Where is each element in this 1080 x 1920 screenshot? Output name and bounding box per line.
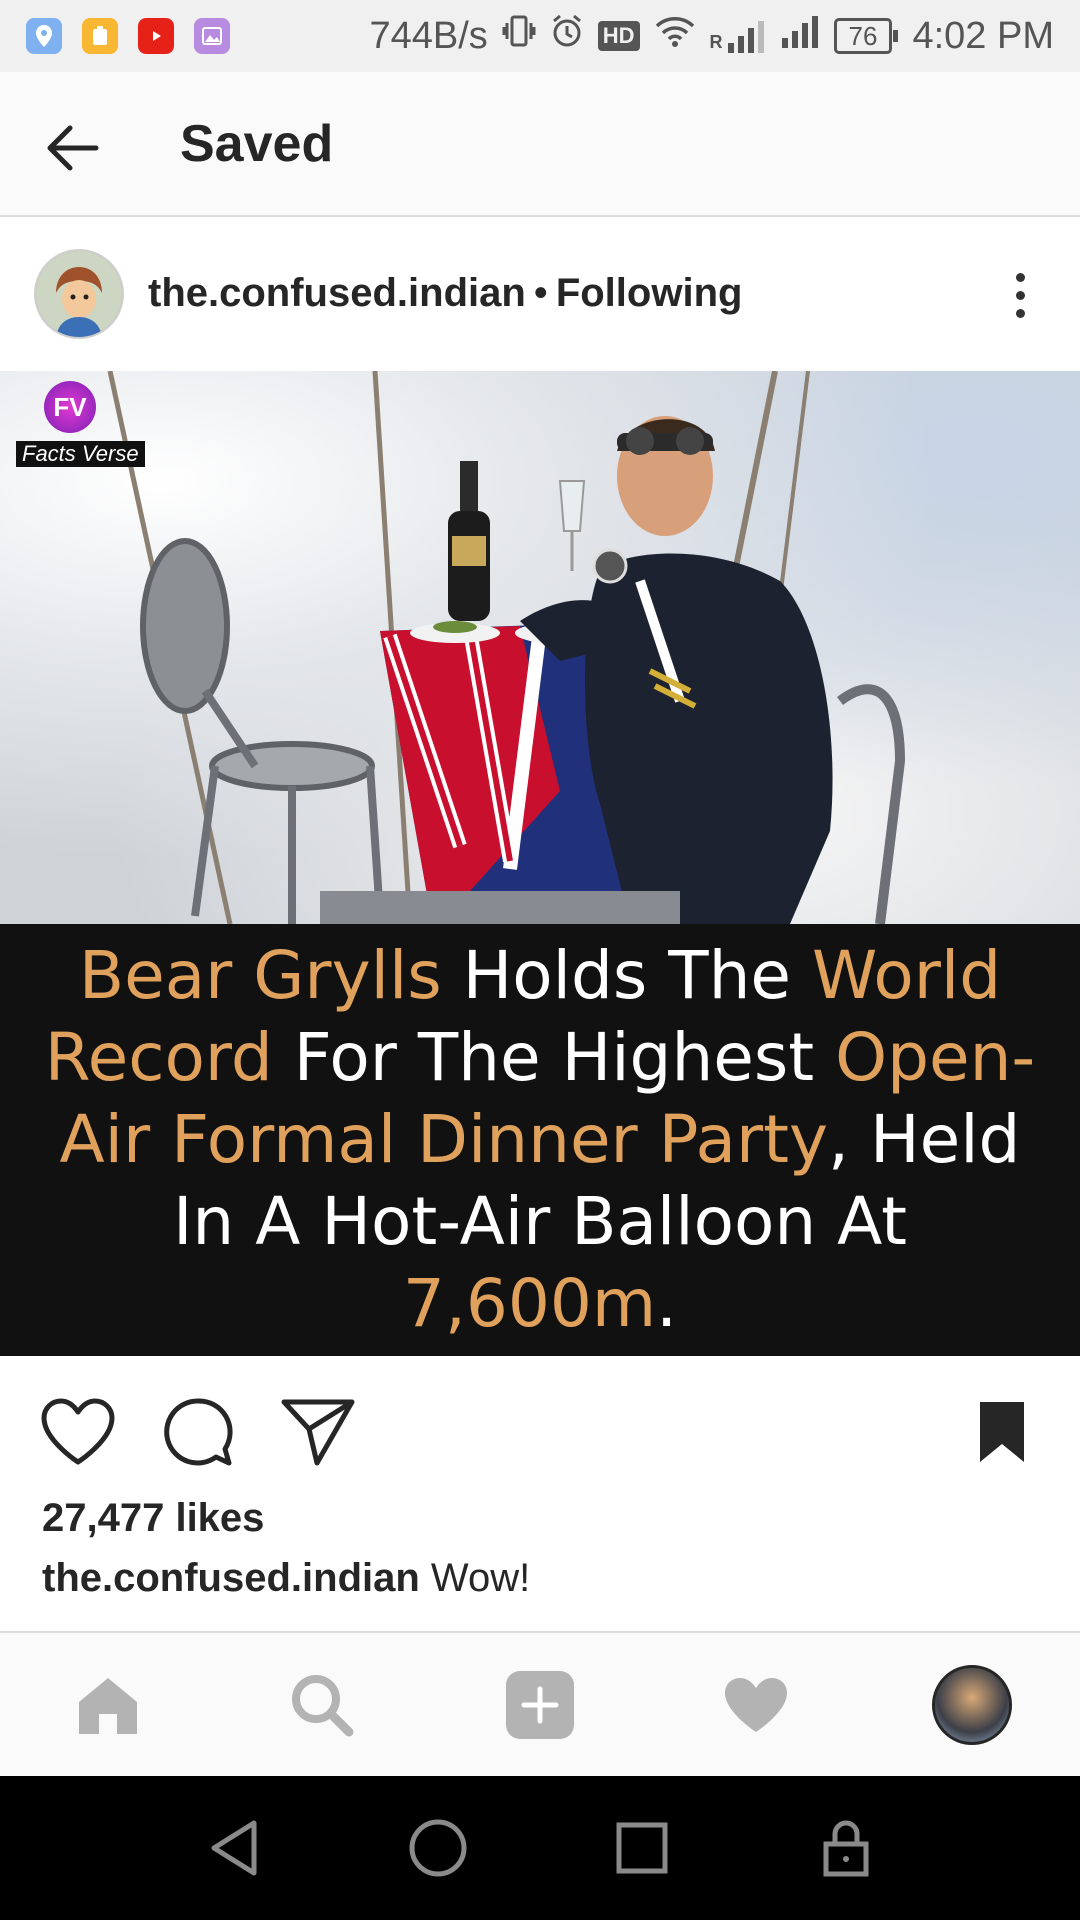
post-image[interactable]: FV Facts Verse Bear Grylls Holds The Wor… (0, 371, 1080, 1356)
author-avatar[interactable] (34, 249, 124, 339)
bookmark-filled-icon (980, 1402, 1024, 1462)
back-button[interactable] (36, 112, 108, 184)
status-indicators: 744B/s HD R 76 4:02 PM (369, 0, 1054, 72)
screen: 744B/s HD R 76 4:02 PM Saved the.confuse… (0, 0, 1080, 1920)
dinner-scene-illustration (107, 371, 906, 924)
gallery-icon (194, 18, 230, 54)
post-actions (0, 1356, 1080, 1486)
separator-dot: • (533, 271, 548, 315)
heart-filled-icon (725, 1678, 787, 1732)
follow-status[interactable]: Following (556, 271, 743, 315)
system-navigation-bar (0, 1776, 1080, 1920)
home-icon (79, 1678, 137, 1734)
watermark-logo: FV (44, 381, 96, 433)
nav-activity[interactable] (710, 1659, 802, 1751)
nav-profile[interactable] (926, 1659, 1018, 1751)
arrow-left-icon (47, 125, 99, 171)
caption-part-2: Holds The (441, 937, 813, 1014)
notification-icons (26, 18, 230, 54)
caption-text: Wow! (430, 1556, 531, 1600)
post-author-line: the.confused.indian • Following (148, 271, 742, 316)
vibrate-icon (502, 13, 536, 59)
system-lock-button[interactable] (810, 1812, 882, 1884)
system-recents-button[interactable] (606, 1812, 678, 1884)
likes-count[interactable]: 27,477 likes (42, 1496, 264, 1541)
post-author-username[interactable]: the.confused.indian (148, 271, 526, 315)
post-photo: FV Facts Verse (0, 371, 1080, 924)
more-options-button[interactable] (1000, 265, 1040, 325)
heart-icon (41, 1398, 115, 1465)
cartoon-avatar-icon (36, 251, 122, 337)
system-back-button[interactable] (198, 1812, 270, 1884)
app-header: Saved (0, 72, 1080, 217)
watermark-label: Facts Verse (16, 441, 145, 467)
triangle-back-icon (211, 1820, 257, 1876)
status-bar: 744B/s HD R 76 4:02 PM (0, 0, 1080, 72)
battery-icon: 76 (833, 18, 899, 54)
battery-level: 76 (833, 18, 893, 54)
share-button[interactable] (278, 1392, 358, 1472)
bottom-navigation (0, 1631, 1080, 1777)
image-caption-block: Bear Grylls Holds The World Record For T… (0, 924, 1080, 1356)
signal-icon-sim2 (780, 14, 820, 58)
system-home-button[interactable] (402, 1812, 474, 1884)
caption-part-1: Bear Grylls (78, 937, 442, 1014)
more-vertical-icon (1015, 272, 1025, 282)
save-button[interactable] (962, 1392, 1042, 1472)
caption-part-8: . (656, 1265, 678, 1342)
post-caption: the.confused.indian Wow! (42, 1556, 530, 1601)
nav-search[interactable] (276, 1659, 368, 1751)
hd-badge: HD (597, 21, 640, 51)
comment-icon (164, 1398, 233, 1466)
signal-icon-sim1: R (710, 19, 766, 53)
paper-plane-icon (281, 1399, 355, 1466)
like-button[interactable] (38, 1392, 118, 1472)
wifi-icon (654, 14, 696, 58)
post-header: the.confused.indian • Following (0, 217, 1080, 371)
caption-part-4: For The Highest (272, 1019, 836, 1096)
nav-new-post[interactable] (494, 1659, 586, 1751)
page-title: Saved (180, 115, 334, 173)
caption-part-7: 7,600m (402, 1265, 657, 1342)
net-speed: 744B/s (369, 14, 488, 57)
profile-avatar (932, 1665, 1012, 1745)
circle-home-icon (409, 1819, 467, 1877)
image-caption: Bear Grylls Holds The World Record For T… (30, 935, 1050, 1345)
lock-icon (823, 1820, 869, 1877)
maps-icon (26, 18, 62, 54)
nav-home[interactable] (62, 1659, 154, 1751)
search-icon (292, 1675, 354, 1737)
plus-square-icon (506, 1671, 574, 1739)
files-icon (82, 18, 118, 54)
alarm-icon (550, 13, 584, 59)
caption-username[interactable]: the.confused.indian (42, 1556, 420, 1600)
comment-button[interactable] (158, 1392, 238, 1472)
roaming-label: R (709, 32, 723, 52)
square-recents-icon (616, 1822, 668, 1874)
clock: 4:02 PM (912, 14, 1054, 57)
youtube-icon (138, 18, 174, 54)
